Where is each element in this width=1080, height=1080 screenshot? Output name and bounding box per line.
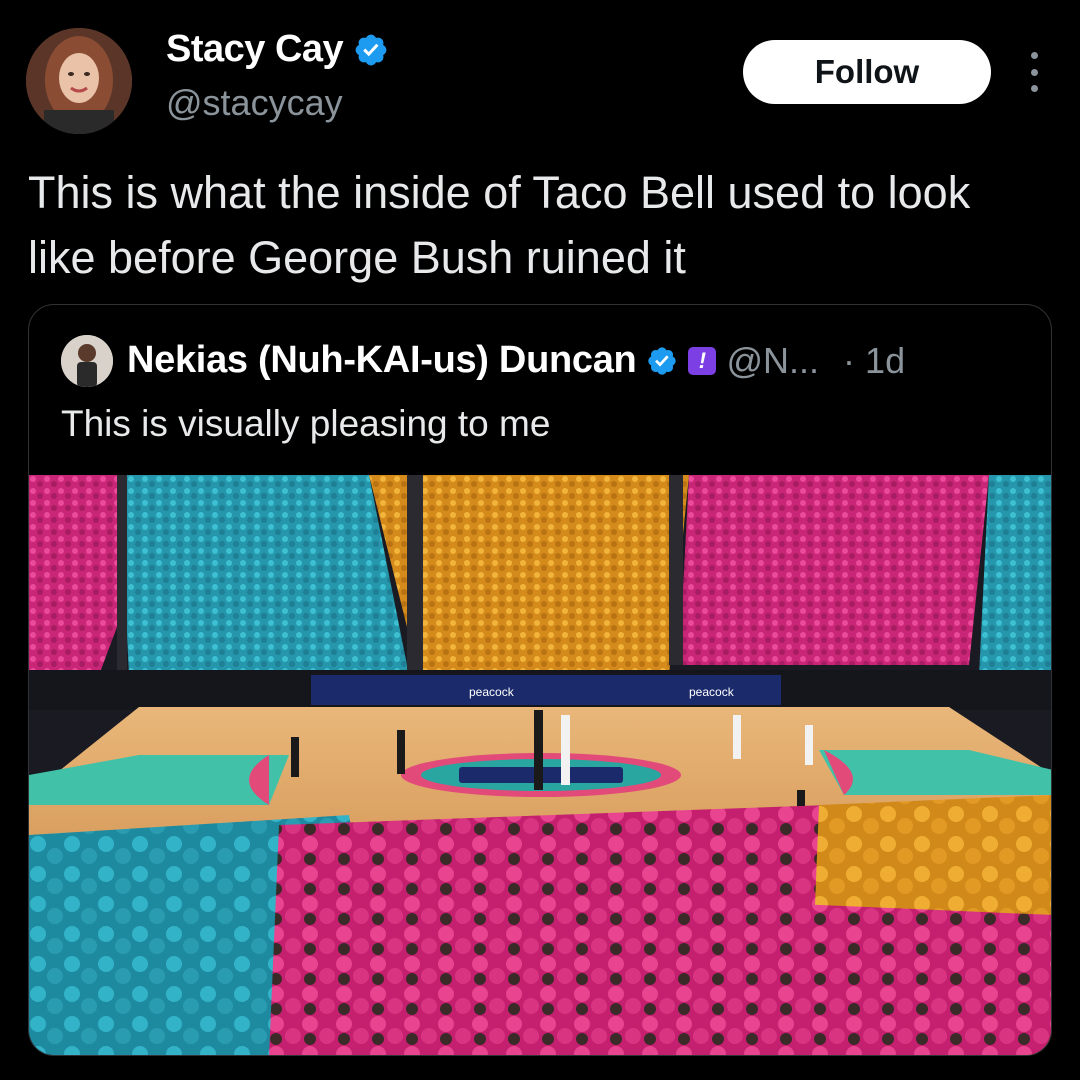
author-handle[interactable]: @stacycay <box>166 82 343 124</box>
verified-badge-icon <box>355 34 387 65</box>
quoted-author-avatar[interactable] <box>61 335 113 387</box>
quoted-author-handle[interactable]: @N... <box>726 340 819 382</box>
banner-text: peacock <box>689 685 735 699</box>
exclamation-badge-icon: ! <box>688 346 717 375</box>
timestamp-separator: · <box>843 339 856 381</box>
author-avatar-image <box>26 28 132 134</box>
quoted-tweet-text: This is visually pleasing to me <box>61 403 551 444</box>
quoted-tweet-card[interactable]: Nekias (Nuh-KAI-us) Duncan ! @N... · 1d … <box>28 304 1052 1056</box>
verified-badge-icon <box>648 346 677 375</box>
quoted-timestamp[interactable]: · 1d <box>843 340 905 382</box>
author-name-row: Stacy Cay <box>166 28 389 71</box>
timestamp-value: 1d <box>865 339 906 381</box>
quoted-author-name[interactable]: Nekias (Nuh-KAI-us) Duncan <box>127 339 637 382</box>
arena-photo[interactable]: peacock peacock <box>29 475 1052 1056</box>
tweet-text: This is what the inside of Taco Bell use… <box>28 167 971 283</box>
more-dot <box>1030 68 1038 76</box>
more-vertical-icon[interactable] <box>1024 52 1044 92</box>
more-dot <box>1030 52 1038 59</box>
quoted-author-row: Nekias (Nuh-KAI-us) Duncan ! @N... · 1d <box>127 339 905 382</box>
more-dot <box>1030 85 1038 92</box>
author-avatar[interactable] <box>26 28 132 134</box>
author-name[interactable]: Stacy Cay <box>166 28 344 71</box>
follow-button[interactable]: Follow <box>743 40 991 104</box>
quoted-author-avatar-image <box>61 335 113 387</box>
banner-text: peacock <box>469 685 515 699</box>
